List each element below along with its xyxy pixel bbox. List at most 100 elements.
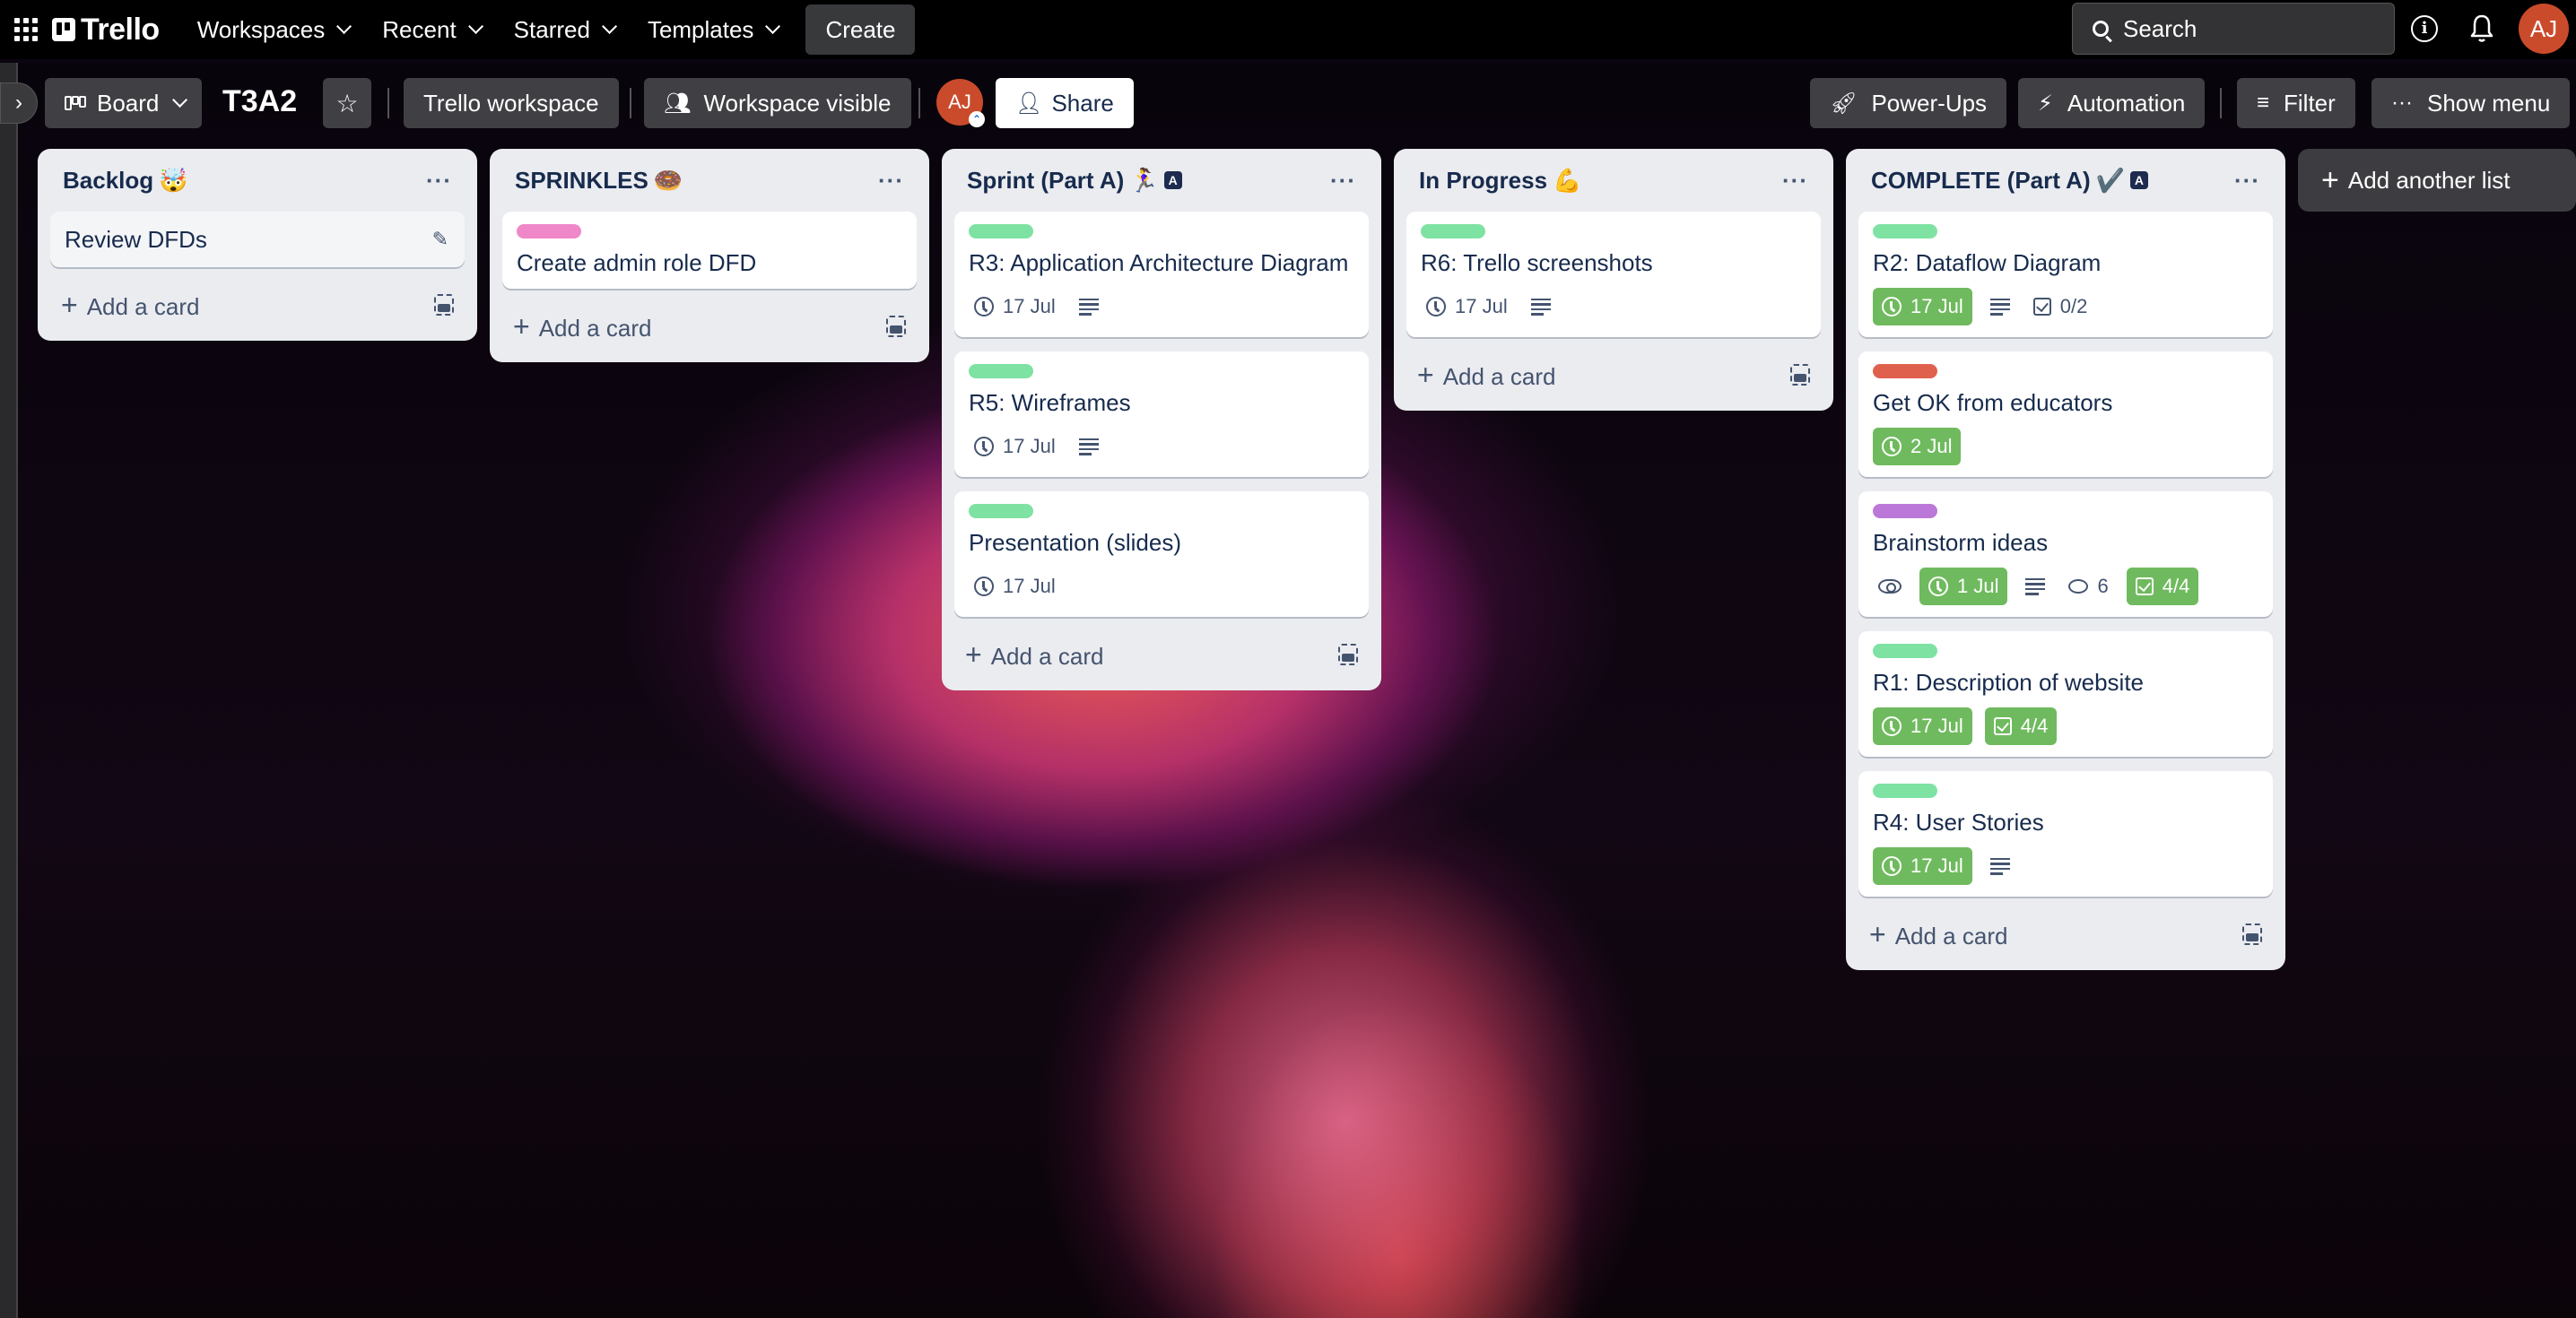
list-emoji-icon: ✔️ [2095, 166, 2125, 194]
list-title-text: Sprint (Part A) [967, 166, 1125, 194]
chevron-down-icon [601, 18, 617, 34]
add-card-button[interactable]: + Add a card [502, 303, 917, 350]
list-title[interactable]: Backlog 🤯 [63, 167, 188, 195]
add-card-button[interactable]: + Add a card [1406, 351, 1821, 398]
description-badge [1985, 847, 2015, 885]
nav-recent[interactable]: Recent [364, 6, 495, 53]
card[interactable]: Brainstorm ideas 1 Jul 6 4/4 [1858, 491, 2273, 617]
automation-button[interactable]: ⚡︎ Automation [2018, 78, 2206, 128]
list-title[interactable]: SPRINKLES 🍩 [515, 167, 683, 195]
create-button[interactable]: Create [805, 4, 916, 55]
add-card-button[interactable]: + Add a card [954, 631, 1369, 678]
card[interactable]: R3: Application Architecture Diagram 17 J… [954, 212, 1369, 337]
card-badges: 17 Jul [1873, 846, 2258, 886]
card-label[interactable] [1421, 224, 1485, 238]
watching-badge [1873, 568, 1907, 605]
nav-templates[interactable]: Templates [630, 6, 794, 53]
due-date-badge[interactable]: 17 Jul [1873, 707, 1972, 745]
list-actions-icon[interactable]: ··· [426, 167, 452, 195]
card-label[interactable] [1873, 504, 1937, 518]
create-from-template-icon[interactable] [1338, 644, 1358, 665]
card[interactable]: R1: Description of website 17 Jul 4/4 [1858, 631, 2273, 757]
due-date-badge[interactable]: 17 Jul [969, 428, 1061, 465]
comments-badge: 6 [2063, 568, 2113, 605]
info-icon[interactable]: i [2411, 15, 2438, 42]
card-title: Create admin role DFD [517, 249, 757, 276]
show-menu-button[interactable]: ··· Show menu [2371, 78, 2571, 128]
add-list-button[interactable]: + Add another list [2298, 149, 2576, 212]
create-from-template-icon[interactable] [886, 316, 906, 337]
card-label[interactable] [1873, 224, 1937, 238]
list-actions-icon[interactable]: ··· [2234, 167, 2260, 195]
board-member-avatar[interactable]: AJ ⌃ [936, 79, 985, 127]
card-label[interactable] [1873, 644, 1937, 658]
due-date-text: 17 Jul [1910, 854, 1963, 877]
card[interactable]: R5: Wireframes 17 Jul [954, 351, 1369, 477]
add-card-button[interactable]: + Add a card [1858, 911, 2273, 958]
filter-button[interactable]: ≡ Filter [2237, 78, 2355, 128]
card-badges: 17 Jul [969, 427, 1354, 466]
due-date-badge[interactable]: 17 Jul [1873, 847, 1972, 885]
due-date-badge[interactable]: 17 Jul [969, 288, 1061, 325]
edit-pencil-icon[interactable]: ✎ [432, 228, 448, 251]
board-title[interactable]: T3A2 [222, 84, 297, 119]
add-list-label: Add another list [2347, 166, 2511, 194]
list-header: COMPLETE (Part A) ✔️ A ··· [1858, 149, 2273, 212]
plus-icon: + [513, 309, 530, 343]
card[interactable]: Presentation (slides) 17 Jul [954, 491, 1369, 617]
list-title[interactable]: COMPLETE (Part A) ✔️ A [1871, 167, 2148, 195]
app-switcher-icon[interactable] [14, 18, 38, 41]
card-badges: 17 Jul 4/4 [1873, 707, 2258, 746]
power-ups-button[interactable]: 🚀︎ Power-Ups [1810, 78, 2007, 128]
card-badges: 17 Jul 0/2 [1873, 287, 2258, 326]
list-title[interactable]: Sprint (Part A) 🏃‍♀️ A [967, 167, 1182, 195]
due-date-badge[interactable]: 17 Jul [1873, 288, 1972, 325]
create-from-template-icon[interactable] [1790, 364, 1810, 386]
card-label[interactable] [969, 224, 1033, 238]
card-label[interactable] [1873, 364, 1937, 378]
card[interactable]: R6: Trello screenshots 17 Jul [1406, 212, 1821, 337]
add-card-button[interactable]: + Add a card [50, 282, 465, 328]
due-date-badge[interactable]: 17 Jul [1421, 288, 1513, 325]
list-actions-icon[interactable]: ··· [1330, 167, 1356, 195]
card[interactable]: Get OK from educators 2 Jul [1858, 351, 2273, 477]
nav-starred[interactable]: Starred [496, 6, 630, 53]
list-title[interactable]: In Progress 💪 [1419, 167, 1581, 195]
clock-icon [974, 297, 994, 316]
automation-badge-icon: A [1163, 171, 1182, 189]
card[interactable]: R4: User Stories 17 Jul [1858, 771, 2273, 897]
notifications-bell-icon[interactable] [2468, 13, 2495, 45]
list-title-text: Backlog [63, 166, 154, 194]
logo-text: Trello [81, 12, 160, 47]
plus-icon: + [1869, 917, 1886, 950]
card[interactable]: Review DFDs ✎ [50, 212, 465, 267]
due-date-badge[interactable]: 2 Jul [1873, 428, 1962, 465]
card[interactable]: R2: Dataflow Diagram 17 Jul 0/2 [1858, 212, 2273, 337]
board-view-switcher[interactable]: Board [45, 78, 203, 128]
card[interactable]: Create admin role DFD [502, 212, 917, 289]
visibility-button[interactable]: 👥︎ Workspace visible [644, 78, 911, 128]
create-from-template-icon[interactable] [2242, 923, 2262, 945]
due-date-badge[interactable]: 17 Jul [969, 568, 1061, 605]
card-label[interactable] [969, 364, 1033, 378]
card-label[interactable] [517, 224, 581, 238]
search-box[interactable] [2072, 3, 2395, 55]
card-label[interactable] [1873, 784, 1937, 798]
description-icon [2025, 577, 2046, 595]
user-avatar[interactable]: AJ [2519, 4, 2569, 54]
star-board-button[interactable]: ☆ [323, 78, 371, 128]
description-icon [1989, 298, 2010, 316]
plus-icon: + [2321, 162, 2339, 197]
list-actions-icon[interactable]: ··· [1782, 167, 1808, 195]
list-actions-icon[interactable]: ··· [878, 167, 904, 195]
trello-logo[interactable]: Trello [52, 13, 160, 48]
nav-workspaces[interactable]: Workspaces [179, 6, 365, 53]
workspace-button[interactable]: Trello workspace [404, 78, 619, 128]
due-date-badge[interactable]: 1 Jul [1919, 568, 2008, 605]
clock-icon [1426, 297, 1446, 316]
create-from-template-icon[interactable] [434, 294, 454, 316]
search-input[interactable] [2123, 14, 2356, 43]
automation-badge-icon: A [2129, 171, 2148, 189]
share-button[interactable]: 👤︎ Share [996, 78, 1134, 128]
card-label[interactable] [969, 504, 1033, 518]
